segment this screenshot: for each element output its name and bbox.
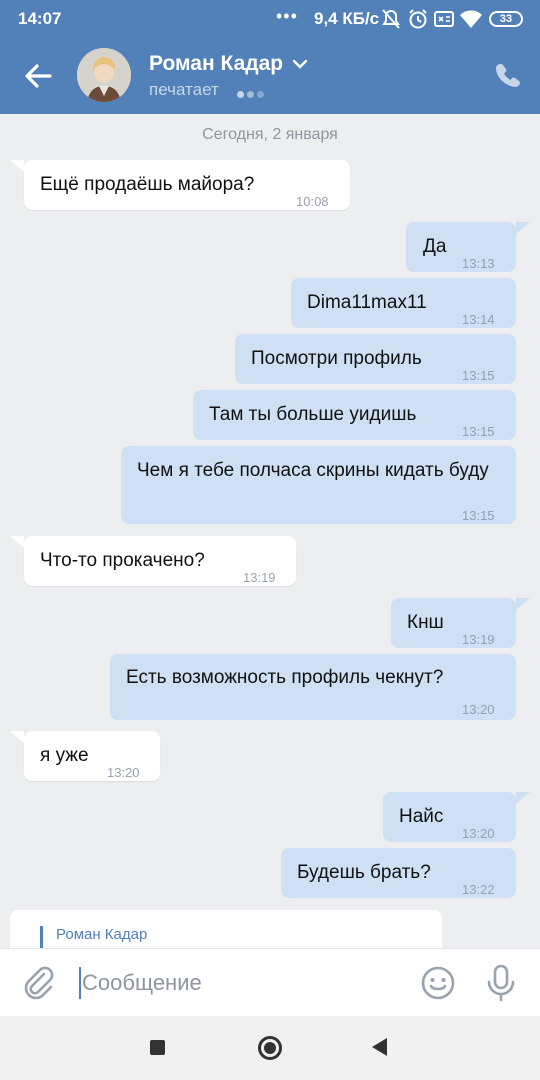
- status-icons: 33: [381, 8, 523, 30]
- message-time: 13:19: [462, 632, 495, 647]
- paperclip-icon[interactable]: [22, 965, 56, 1001]
- message-time: 13:22: [462, 882, 495, 897]
- chevron-down-icon[interactable]: [291, 57, 309, 71]
- message-bubble[interactable]: Будешь брать? 13:22: [281, 848, 516, 898]
- text-cursor: [79, 967, 81, 999]
- chat-header: 14:07 ••• 9,4 КБ/с 33 Роман Кадар печата…: [0, 0, 540, 114]
- typing-status: печатает: [149, 80, 219, 99]
- avatar-image: [77, 48, 131, 102]
- message-bubble[interactable]: Посмотри профиль 13:15: [235, 334, 516, 384]
- message-text: Посмотри профиль: [251, 348, 422, 369]
- message-bubble[interactable]: Ещё продаёшь майора? 10:08: [24, 160, 350, 210]
- bubble-tail: [10, 731, 24, 743]
- status-time: 14:07: [18, 9, 62, 28]
- back-arrow-icon[interactable]: [20, 58, 56, 94]
- message-text: Есть возможность профиль чекнут?: [126, 667, 444, 688]
- typing-dots-icon: [237, 85, 267, 103]
- contact-name[interactable]: Роман Кадар: [149, 52, 283, 76]
- message-time: 13:15: [462, 368, 495, 383]
- message-text: Будешь брать?: [297, 862, 431, 883]
- message-time: 13:13: [462, 256, 495, 271]
- notification-dots: •••: [276, 6, 298, 26]
- message-time: 13:15: [462, 508, 495, 523]
- bubble-tail: [516, 222, 530, 234]
- recent-apps-icon[interactable]: [150, 1040, 165, 1055]
- date-separator: Сегодня, 2 января: [202, 126, 338, 143]
- alarm-icon: [409, 9, 427, 29]
- message-time: 13:20: [462, 702, 495, 717]
- message-text: я уже: [40, 745, 89, 766]
- message-text: Там ты больше уидишь: [209, 404, 417, 425]
- message-list[interactable]: Сегодня, 2 января Ещё продаёшь майора? 1…: [0, 114, 540, 948]
- message-composer: [0, 948, 540, 1016]
- message-input[interactable]: [82, 967, 402, 999]
- home-icon[interactable]: [258, 1036, 282, 1060]
- bubble-tail: [516, 792, 530, 804]
- battery-indicator: 33: [489, 11, 523, 27]
- message-time: 13:14: [462, 312, 495, 327]
- message-bubble[interactable]: Чем я тебе полчаса скрины кидать буду 13…: [121, 446, 516, 524]
- quoted-author-name: Роман Кадар: [56, 926, 148, 943]
- message-bubble[interactable]: Кнш 13:19: [391, 598, 516, 648]
- smiley-icon[interactable]: [420, 965, 456, 1001]
- message-time: 13:15: [462, 424, 495, 439]
- sim-icon: [434, 11, 454, 27]
- message-time: 13:20: [462, 826, 495, 841]
- message-bubble[interactable]: Да 13:13: [406, 222, 516, 272]
- bubble-tail: [516, 598, 530, 610]
- message-text: Что-то прокачено?: [40, 550, 205, 571]
- mute-icon: [382, 9, 400, 29]
- message-bubble[interactable]: я уже 13:20: [24, 731, 160, 781]
- message-time: 13:19: [243, 570, 276, 585]
- microphone-icon[interactable]: [486, 964, 516, 1002]
- message-text: Кнш: [407, 612, 444, 633]
- message-bubble[interactable]: Что-то прокачено? 13:19: [24, 536, 296, 586]
- message-text: Dima11max11: [307, 292, 427, 313]
- message-bubble[interactable]: Есть возможность профиль чекнут? 13:20: [110, 654, 516, 720]
- bubble-tail: [10, 160, 24, 172]
- status-bar: 14:07 ••• 9,4 КБ/с 33: [0, 0, 540, 38]
- message-time: 10:08: [296, 194, 329, 209]
- message-text: Чем я тебе полчаса скрины кидать буду: [137, 460, 489, 481]
- wifi-icon: [460, 10, 482, 28]
- quote-bar: [40, 926, 43, 948]
- system-nav-bar: [0, 1016, 540, 1080]
- message-time: 13:20: [107, 765, 140, 780]
- message-text: Найс: [399, 806, 444, 827]
- message-bubble[interactable]: Там ты больше уидишь 13:15: [193, 390, 516, 440]
- message-text: Да: [423, 236, 447, 257]
- quoted-message-card[interactable]: Роман Кадар: [10, 910, 442, 948]
- message-bubble[interactable]: Dima11max11 13:14: [291, 278, 516, 328]
- message-bubble[interactable]: Найс 13:20: [383, 792, 516, 842]
- contact-avatar[interactable]: [77, 48, 131, 102]
- network-speed: 9,4 КБ/с: [314, 9, 380, 28]
- back-triangle-icon[interactable]: [372, 1038, 387, 1056]
- bubble-tail: [10, 536, 24, 548]
- phone-icon[interactable]: [494, 62, 520, 88]
- message-text: Ещё продаёшь майора?: [40, 174, 255, 195]
